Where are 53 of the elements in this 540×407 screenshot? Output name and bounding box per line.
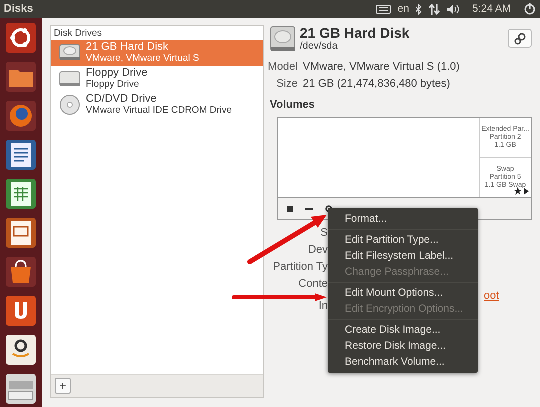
section-heading: Volumes	[270, 99, 316, 111]
presentation-icon[interactable]	[5, 217, 37, 249]
drive-detail: VMware, VMware Virtual S	[86, 53, 200, 64]
drive-stack-icon[interactable]	[5, 373, 37, 405]
star-icon	[514, 187, 522, 195]
document-icon[interactable]	[5, 139, 37, 171]
spreadsheet-icon[interactable]	[5, 178, 37, 210]
menu-item[interactable]: Edit Mount Options...	[328, 282, 478, 301]
field-label: Partition Ty	[273, 262, 328, 273]
menu-item[interactable]: Benchmark Volume...	[328, 354, 478, 370]
list-header: Disk Drives	[53, 27, 104, 40]
gears-icon	[514, 32, 526, 44]
device-path: /dev/sda	[300, 41, 339, 52]
menu-item[interactable]: Restore Disk Image...	[328, 338, 478, 354]
drive-item[interactable]: Floppy Drive Floppy Drive	[51, 66, 263, 92]
bluetooth-icon[interactable]	[416, 4, 422, 14]
menu-item[interactable]: Format...	[328, 211, 478, 227]
menu-item[interactable]: Edit Filesystem Label...	[328, 248, 478, 264]
drive-detail: Floppy Drive	[86, 79, 140, 90]
network-icon[interactable]	[429, 4, 440, 14]
keyboard-icon[interactable]	[376, 4, 391, 14]
field-value: VMware, VMware Virtual S (1.0)	[303, 61, 461, 73]
optical-disc-icon	[59, 94, 81, 116]
clock[interactable]: 5:24 AM	[472, 3, 511, 15]
drive-name: CD/DVD Drive	[86, 94, 158, 105]
field-label: Size	[276, 78, 298, 90]
drive-name: 21 GB Hard Disk	[86, 42, 170, 53]
field-value: 21 GB (21,474,836,480 bytes)	[303, 78, 452, 90]
menu-item[interactable]: Edit Partition Type...	[328, 229, 478, 248]
field-label: Conte	[298, 279, 328, 290]
disk-title: 21 GB Hard Disk	[300, 25, 411, 41]
drive-name: Floppy Drive	[86, 68, 148, 79]
drive-detail: VMware Virtual IDE CDROM Drive	[86, 105, 232, 116]
browser-icon[interactable]	[5, 100, 37, 132]
app-title: Disks	[4, 3, 34, 15]
keyboard-layout[interactable]: en	[398, 3, 410, 15]
field-label: Dev	[308, 245, 328, 256]
play-icon	[524, 188, 529, 194]
field-label: In	[318, 301, 328, 312]
folder-icon[interactable]	[5, 61, 37, 93]
field-label: S	[320, 228, 328, 239]
menu-item[interactable]: Create Disk Image...	[328, 319, 478, 338]
drive-item[interactable]: CD/DVD Drive VMware Virtual IDE CDROM Drive	[51, 92, 263, 118]
shopping-bag-icon[interactable]	[5, 256, 37, 288]
power-icon[interactable]	[524, 3, 536, 15]
link[interactable]: oot	[484, 290, 500, 302]
settings-button[interactable]	[508, 29, 532, 48]
minus-icon[interactable]	[305, 208, 313, 210]
stop-icon[interactable]	[287, 206, 293, 212]
volume-icon[interactable]	[447, 4, 462, 14]
add-button[interactable]: +	[55, 378, 71, 394]
field-label: Model	[268, 61, 298, 73]
ubuntu-logo-icon[interactable]	[5, 22, 37, 54]
